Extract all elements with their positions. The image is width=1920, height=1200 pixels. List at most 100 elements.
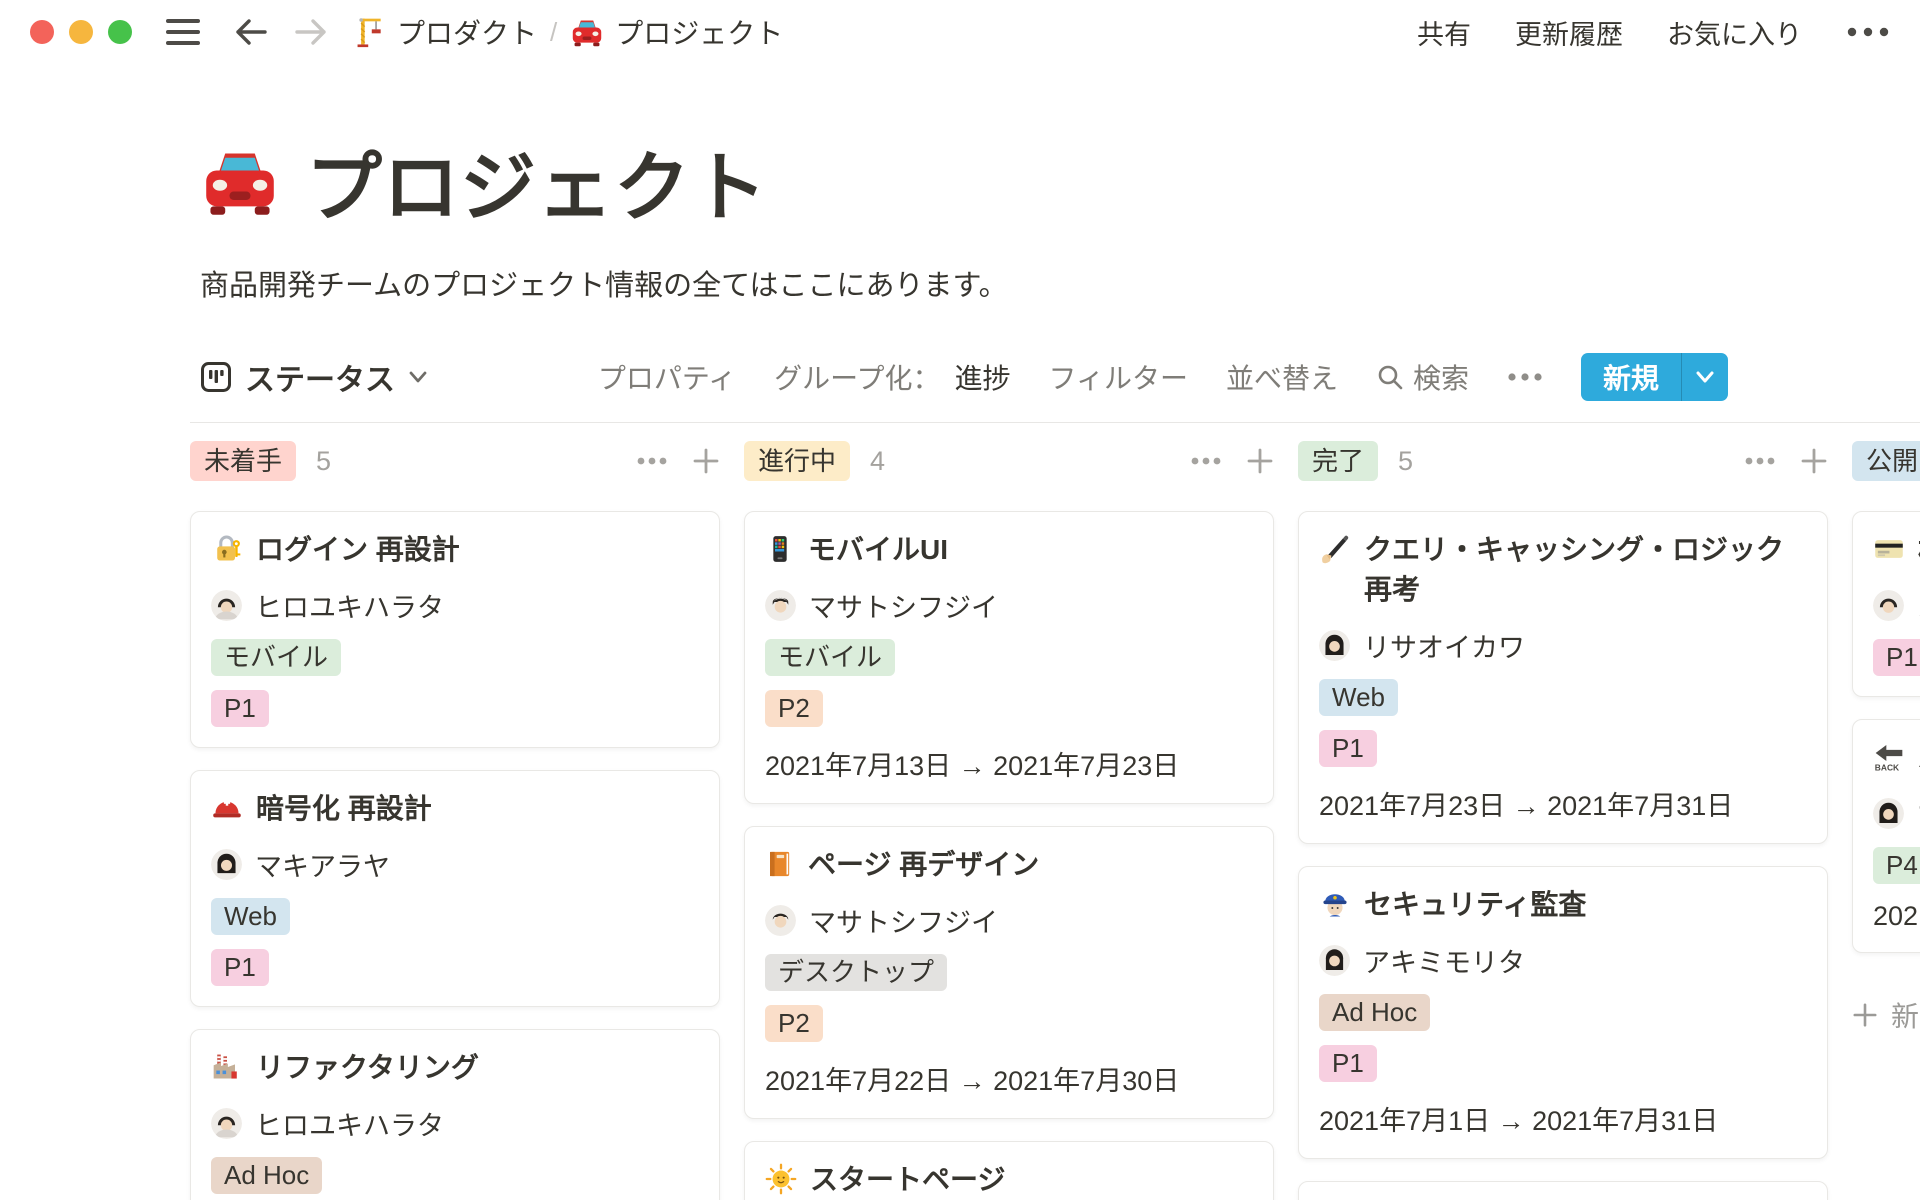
new-button-label[interactable]: 新規	[1581, 353, 1681, 401]
close-window-button[interactable]	[30, 20, 54, 44]
avatar	[211, 849, 242, 880]
column-count: 5	[1398, 446, 1413, 477]
sun-with-face-icon	[765, 1163, 797, 1195]
card-start-page[interactable]: スタートページ マサトシフジイ	[744, 1141, 1274, 1200]
card-title: スタートページ	[810, 1160, 1005, 1200]
group-by-label: グループ化：	[774, 357, 940, 397]
priority-tag: P1	[211, 690, 269, 727]
card-announcement-redesign[interactable]: お知らせ 再設計	[1298, 1181, 1828, 1200]
status-badge[interactable]: 公開	[1852, 441, 1920, 481]
minimize-window-button[interactable]	[69, 20, 93, 44]
police-officer-icon	[1319, 888, 1351, 920]
status-badge[interactable]: 進行中	[744, 441, 850, 481]
card-title: セキュリティ監査	[1364, 885, 1586, 925]
chevron-down-icon	[408, 370, 428, 384]
avatar	[765, 590, 796, 621]
board-column-published: 公開 検 ス P1 BACK パ	[1852, 441, 1920, 1035]
filter-button[interactable]: フィルター	[1049, 357, 1188, 397]
card-mobile-ui[interactable]: モバイルUI マサトシフジイ モバイル P2 2021年7月13日 → 2021…	[744, 511, 1274, 804]
board-column-not-started: 未着手 5 ログイン 再設計 ヒロユキハラタ モバイル P1	[190, 441, 720, 1200]
status-badge[interactable]: 完了	[1298, 441, 1378, 481]
priority-tag: P1	[211, 949, 269, 986]
avatar	[1873, 798, 1904, 829]
assignee-row: マ	[1873, 794, 1920, 833]
assignee-name: マサトシフジイ	[809, 586, 998, 625]
plus-icon	[1852, 1002, 1878, 1028]
search-label: 検索	[1413, 357, 1469, 397]
kanban-board: 未着手 5 ログイン 再設計 ヒロユキハラタ モバイル P1	[0, 423, 1920, 1200]
date-range: 2021年7月22日 → 2021年7月30日	[765, 1059, 1253, 1098]
more-options-icon[interactable]	[1846, 26, 1890, 38]
assignee-row: マサトシフジイ	[765, 586, 1253, 625]
column-header: 進行中 4	[744, 441, 1274, 481]
assignee-name: アキミモリタ	[1363, 941, 1525, 980]
assignee-name: マサトシフジイ	[809, 901, 998, 940]
forward-arrow-icon[interactable]	[294, 17, 328, 47]
platform-tag: モバイル	[765, 639, 895, 676]
back-arrow-icon[interactable]	[234, 17, 268, 47]
locked-with-key-icon	[211, 533, 243, 565]
search-button[interactable]: 検索	[1376, 357, 1469, 397]
breadcrumb-item-product[interactable]: プロダクト	[354, 12, 537, 52]
favorites-button[interactable]: お気に入り	[1667, 13, 1802, 52]
platform-tag: モバイル	[211, 639, 341, 676]
card-partial-1[interactable]: 検 ス P1	[1852, 511, 1920, 697]
share-button[interactable]: 共有	[1417, 13, 1471, 52]
column-header: 完了 5	[1298, 441, 1828, 481]
card-partial-2[interactable]: BACK パ マ P4 2021	[1852, 719, 1920, 953]
card-title: リファクタリング	[256, 1048, 479, 1088]
board-view-icon	[200, 361, 232, 393]
date-range: 2021年7月1日 → 2021年7月31日	[1319, 1099, 1807, 1138]
card-refactoring[interactable]: リファクタリング ヒロユキハラタ Ad Hoc P1	[190, 1029, 720, 1200]
assignee-name: ヒロユキハラタ	[255, 586, 444, 625]
add-card-label: 新規	[1891, 995, 1920, 1035]
updates-button[interactable]: 更新履歴	[1515, 13, 1623, 52]
credit-card-icon	[1873, 533, 1905, 565]
group-by-button[interactable]: グループ化： 進捗	[774, 357, 1010, 397]
add-card-button[interactable]: 新規	[1852, 995, 1920, 1035]
properties-button[interactable]: プロパティ	[598, 357, 736, 397]
avatar	[211, 1108, 242, 1139]
new-button-caret[interactable]	[1682, 353, 1728, 401]
platform-tag: Web	[211, 898, 290, 935]
column-add-icon[interactable]	[692, 447, 720, 475]
status-badge[interactable]: 未着手	[190, 441, 296, 481]
view-switcher[interactable]: ステータス	[200, 355, 428, 399]
column-more-icon[interactable]	[636, 456, 668, 466]
construction-crane-icon	[354, 16, 386, 48]
card-encryption-redesign[interactable]: 暗号化 再設計 マキアラヤ Web P1	[190, 770, 720, 1007]
card-query-caching-logic[interactable]: クエリ・キャッシング・ロジック再考 リサオイカワ Web P1 2021年7月2…	[1298, 511, 1828, 844]
sidebar-menu-icon[interactable]	[166, 19, 200, 45]
new-button[interactable]: 新規	[1581, 353, 1728, 401]
breadcrumb-item-project[interactable]: プロジェクト	[570, 12, 783, 52]
column-more-icon[interactable]	[1190, 456, 1222, 466]
assignee-name: リサオイカワ	[1363, 626, 1525, 665]
avatar	[1319, 630, 1350, 661]
card-login-redesign[interactable]: ログイン 再設計 ヒロユキハラタ モバイル P1	[190, 511, 720, 748]
assignee-row: マサトシフジイ	[765, 901, 1253, 940]
board-column-done: 完了 5 クエリ・キャッシング・ロジック再考 リサオイカワ Web P1	[1298, 441, 1828, 1200]
priority-tag: P1	[1873, 639, 1920, 676]
platform-tag: Ad Hoc	[1319, 994, 1430, 1031]
chevron-down-icon	[1695, 370, 1715, 384]
page-description: 商品開発チームのプロジェクト情報の全てはここにあります。	[200, 262, 1920, 304]
priority-tag: P2	[765, 1005, 823, 1042]
page-header: プロジェクト 商品開発チームのプロジェクト情報の全てはここにあります。	[200, 126, 1920, 304]
column-header: 公開	[1852, 441, 1920, 481]
card-page-redesign[interactable]: ページ 再デザイン マサトシフジイ デスクトップ P2 2021年7月22日 →…	[744, 826, 1274, 1119]
assignee-row: ス	[1873, 586, 1920, 625]
assignee-row: アキミモリタ	[1319, 941, 1807, 980]
sort-button[interactable]: 並べ替え	[1226, 357, 1338, 397]
column-add-icon[interactable]	[1246, 447, 1274, 475]
mobile-phone-icon	[765, 533, 795, 565]
column-header: 未着手 5	[190, 441, 720, 481]
toolbar-more-icon[interactable]	[1507, 372, 1543, 382]
page-title: プロジェクト	[306, 126, 768, 236]
column-add-icon[interactable]	[1800, 447, 1828, 475]
column-more-icon[interactable]	[1744, 456, 1776, 466]
red-car-page-icon[interactable]	[200, 143, 280, 219]
card-security-audit[interactable]: セキュリティ監査 アキミモリタ Ad Hoc P1 2021年7月1日 → 20…	[1298, 866, 1828, 1159]
zoom-window-button[interactable]	[108, 20, 132, 44]
card-title: ログイン 再設計	[256, 530, 460, 570]
board-column-in-progress: 進行中 4 モバイルUI マサトシフジイ モバイル P2 2021年7月	[744, 441, 1274, 1200]
